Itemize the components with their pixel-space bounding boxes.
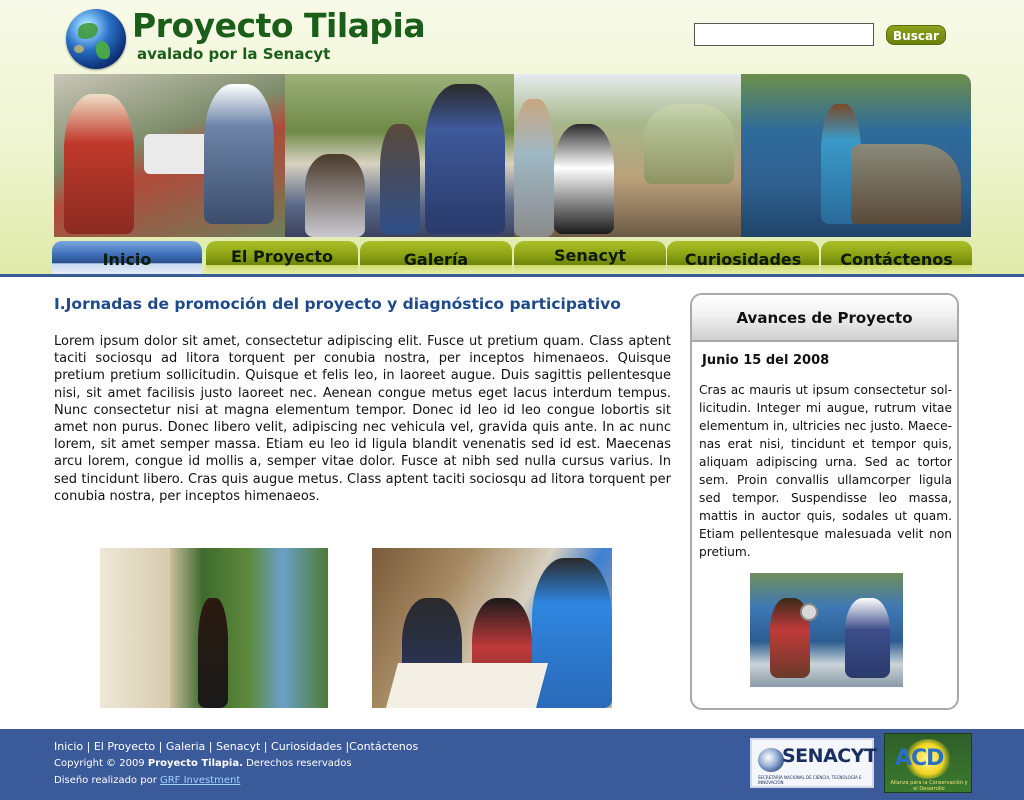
footer-copyright: Copyright © 2009 Proyecto Tilapia. Derec…: [54, 758, 352, 769]
sidebar-text: Cras ac mauris ut ipsum consectetur sol­…: [699, 383, 952, 559]
footer-link-el-proyecto[interactable]: El Proyecto: [94, 740, 155, 753]
footer-link-contactenos[interactable]: Contáctenos: [349, 740, 418, 753]
tab-inicio[interactable]: Inicio: [52, 241, 202, 275]
banner-photo-fishing: [54, 74, 285, 237]
site-subtitle: avalado por la Senacyt: [137, 45, 331, 63]
globe-logo-icon[interactable]: [66, 9, 126, 69]
tab-senacyt[interactable]: Senacyt: [514, 241, 666, 275]
banner-photo-boat: [741, 74, 971, 237]
acd-logo[interactable]: ACD Alianza para la Conservación y el De…: [884, 733, 972, 793]
main-navigation: Inicio El Proyecto Galería Senacyt Curio…: [52, 241, 972, 275]
banner-photo-meeting: [285, 74, 514, 237]
search-input[interactable]: [694, 23, 874, 46]
article-photo-presentation[interactable]: [100, 548, 328, 708]
tab-galeria[interactable]: Galería: [360, 241, 512, 275]
sidebar-title: Avances de Proyecto: [692, 295, 957, 342]
sidebar-project-progress: Avances de Proyecto Junio 15 del 2008 Cr…: [690, 293, 959, 710]
article-body: Lorem ipsum dolor sit amet, consectetur …: [54, 334, 671, 504]
footer-design-credit: Diseño realizado por GRF Investment: [54, 775, 241, 786]
footer-link-galeria[interactable]: Galeria: [166, 740, 205, 753]
sidebar-photo-boat[interactable]: [750, 573, 903, 687]
footer-link-curiosidades[interactable]: Curiosidades: [271, 740, 342, 753]
site-title[interactable]: Proyecto Tilapia: [132, 6, 426, 45]
header: Proyecto Tilapia avalado por la Senacyt …: [0, 0, 1024, 276]
banner-photo-strip: [54, 74, 971, 237]
footer-links: Inicio | El Proyecto | Galeria | Senacyt…: [54, 740, 419, 753]
sidebar-date: Junio 15 del 2008: [702, 353, 830, 368]
senacyt-logo[interactable]: SENACYT SECRETARÍA NACIONAL DE CIENCIA, …: [750, 738, 877, 788]
tab-contactenos[interactable]: Contáctenos: [821, 241, 972, 275]
tab-el-proyecto[interactable]: El Proyecto: [206, 241, 358, 275]
footer-link-inicio[interactable]: Inicio: [54, 740, 83, 753]
article-title: I.Jornadas de promoción del proyecto y d…: [54, 295, 621, 313]
header-divider: [0, 274, 1024, 277]
designer-link[interactable]: GRF Investment: [160, 775, 240, 786]
article-photo-workshop[interactable]: [372, 548, 612, 708]
search-button[interactable]: Buscar: [886, 25, 946, 45]
footer: Inicio | El Proyecto | Galeria | Senacyt…: [0, 729, 1024, 800]
banner-photo-group: [514, 74, 741, 237]
footer-link-senacyt[interactable]: Senacyt: [216, 740, 260, 753]
tab-curiosidades[interactable]: Curiosidades: [667, 241, 819, 275]
